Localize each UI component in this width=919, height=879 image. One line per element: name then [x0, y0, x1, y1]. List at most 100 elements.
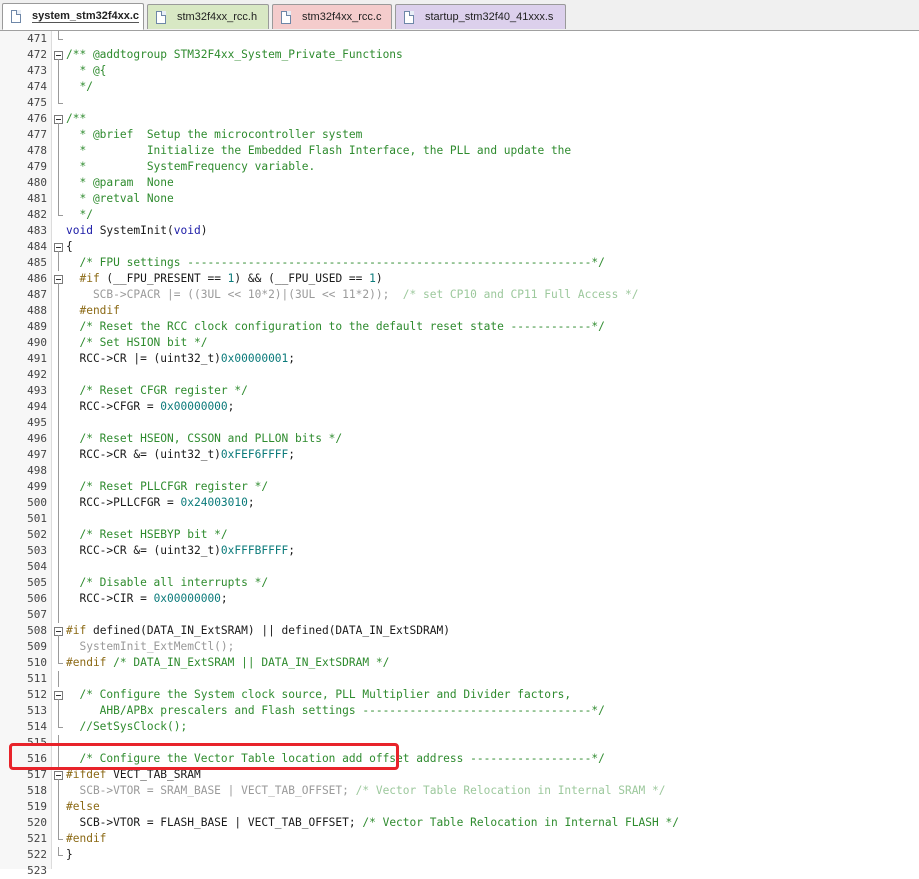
code-token: RCC->PLLCFGR = — [66, 496, 181, 509]
code-line[interactable]: 484 { — [0, 239, 919, 255]
code-line[interactable]: 481 * @retval None — [0, 191, 919, 207]
fold-end-marker — [52, 719, 66, 735]
code-text: SCB->VTOR = FLASH_BASE | VECT_TAB_OFFSET… — [66, 815, 678, 831]
code-token: #if — [66, 624, 93, 637]
line-number: 495 — [27, 416, 47, 429]
code-line[interactable]: 474 */ — [0, 79, 919, 95]
fold-end-marker — [52, 207, 66, 223]
code-line[interactable]: 522} — [0, 847, 919, 863]
line-number: 474 — [27, 80, 47, 93]
code-token: defined(DATA_IN_ExtSRAM) || defined(DATA… — [92, 624, 450, 637]
code-line[interactable]: 511 — [0, 671, 919, 687]
line-number: 483 — [27, 224, 47, 237]
code-line[interactable]: 473 * @{ — [0, 63, 919, 79]
code-line[interactable]: 518 SCB->VTOR = SRAM_BASE | VECT_TAB_OFF… — [0, 783, 919, 799]
fold-guide — [52, 319, 66, 335]
fold-collapse-icon[interactable] — [52, 623, 66, 639]
code-line[interactable]: 504 — [0, 559, 919, 575]
fold-collapse-icon[interactable] — [52, 239, 66, 255]
code-line[interactable]: 480 * @param None — [0, 175, 919, 191]
line-number: 498 — [27, 464, 47, 477]
code-line[interactable]: 501 — [0, 511, 919, 527]
line-number: 492 — [27, 368, 47, 381]
code-line[interactable]: 502 /* Reset HSEBYP bit */ — [0, 527, 919, 543]
code-line[interactable]: 475 — [0, 95, 919, 111]
code-line[interactable]: 489 /* Reset the RCC clock configuration… — [0, 319, 919, 335]
code-line[interactable]: 500 RCC->PLLCFGR = 0x24003010; — [0, 495, 919, 511]
code-editor[interactable]: 471 472 /** @addtogroup STM32F4xx_System_P… — [0, 31, 919, 877]
code-line[interactable]: 519 #else — [0, 799, 919, 815]
code-line[interactable]: 505 /* Disable all interrupts */ — [0, 575, 919, 591]
code-line[interactable]: 521 #endif — [0, 831, 919, 847]
fold-guide — [52, 703, 66, 719]
code-token: RCC->CR &= (uint32_t) — [66, 448, 221, 461]
code-line[interactable]: 482 */ — [0, 207, 919, 223]
fold-collapse-icon[interactable] — [52, 687, 66, 703]
code-line[interactable]: 476 /** — [0, 111, 919, 127]
code-line[interactable]: 471 — [0, 31, 919, 47]
code-text: #endif — [66, 831, 106, 847]
code-line[interactable]: 495 — [0, 415, 919, 431]
tab-startup-stm32f40-41xxx-s[interactable]: startup_stm32f40_41xxx.s — [395, 4, 566, 29]
code-line[interactable]: 491 RCC->CR |= (uint32_t)0x00000001; — [0, 351, 919, 367]
code-line[interactable]: 509 SystemInit_ExtMemCtl(); — [0, 639, 919, 655]
code-line[interactable]: 496 /* Reset HSEON, CSSON and PLLON bits… — [0, 431, 919, 447]
tab-stm32f4xx-rcc-h[interactable]: stm32f4xx_rcc.h — [147, 4, 269, 29]
fold-guide — [52, 783, 66, 799]
line-number: 519 — [27, 800, 47, 813]
fold-collapse-icon[interactable] — [52, 111, 66, 127]
code-line[interactable]: 485 /* FPU settings --------------------… — [0, 255, 919, 271]
code-text: #endif — [66, 303, 119, 319]
code-text: #if (__FPU_PRESENT == 1) && (__FPU_USED … — [66, 271, 382, 287]
code-line[interactable]: 497 RCC->CR &= (uint32_t)0xFEF6FFFF; — [0, 447, 919, 463]
code-line[interactable]: 493 /* Reset CFGR register */ — [0, 383, 919, 399]
h-file-icon — [156, 10, 166, 24]
code-line[interactable]: 503 RCC->CR &= (uint32_t)0xFFFBFFFF; — [0, 543, 919, 559]
code-text: /* Reset the RCC clock configuration to … — [66, 319, 604, 335]
code-line[interactable]: 513 AHB/APBx prescalers and Flash settin… — [0, 703, 919, 719]
code-line[interactable]: 508 #if defined(DATA_IN_ExtSRAM) || defin… — [0, 623, 919, 639]
fold-guide — [52, 815, 66, 831]
code-line[interactable]: 487 SCB->CPACR |= ((3UL << 10*2)|(3UL <<… — [0, 287, 919, 303]
line-number: 484 — [27, 240, 47, 253]
code-line[interactable]: 483 void SystemInit(void) — [0, 223, 919, 239]
code-line[interactable]: 477 * @brief Setup the microcontroller s… — [0, 127, 919, 143]
code-token: RCC->CFGR = — [66, 400, 161, 413]
code-line[interactable]: 498 — [0, 463, 919, 479]
code-line[interactable]: 520 SCB->VTOR = FLASH_BASE | VECT_TAB_OF… — [0, 815, 919, 831]
code-text: RCC->CR |= (uint32_t)0x00000001; — [66, 351, 295, 367]
code-line[interactable]: 492 — [0, 367, 919, 383]
code-text: AHB/APBx prescalers and Flash settings -… — [66, 703, 605, 719]
fold-collapse-icon[interactable] — [52, 271, 66, 287]
fold-guide — [52, 431, 66, 447]
fold-guide — [52, 303, 66, 319]
code-line[interactable]: 490 /* Set HSION bit */ — [0, 335, 919, 351]
code-line[interactable]: 494 RCC->CFGR = 0x00000000; — [0, 399, 919, 415]
code-text: #else — [66, 799, 100, 815]
code-text: RCC->CR &= (uint32_t)0xFEF6FFFF; — [66, 447, 295, 463]
code-line[interactable]: 523 — [0, 863, 919, 879]
code-token: 0x24003010 — [180, 496, 248, 509]
code-line[interactable]: 478 * Initialize the Embedded Flash Inte… — [0, 143, 919, 159]
code-line[interactable]: 479 * SystemFrequency variable. — [0, 159, 919, 175]
code-line[interactable]: 488 #endif — [0, 303, 919, 319]
code-token: */ — [66, 208, 93, 221]
code-line[interactable]: 506 RCC->CIR = 0x00000000; — [0, 591, 919, 607]
code-line[interactable]: 514 //SetSysClock(); — [0, 719, 919, 735]
code-token: /* Reset PLLCFGR register */ — [66, 480, 269, 493]
code-line[interactable]: 510 #endif /* DATA_IN_ExtSRAM || DATA_IN_… — [0, 655, 919, 671]
code-line[interactable]: 499 /* Reset PLLCFGR register */ — [0, 479, 919, 495]
tab-stm32f4xx-rcc-c[interactable]: stm32f4xx_rcc.c — [272, 4, 392, 29]
line-number: 499 — [27, 480, 47, 493]
code-text: */ — [66, 207, 93, 223]
code-line[interactable]: 486 #if (__FPU_PRESENT == 1) && (__FPU_U… — [0, 271, 919, 287]
tab-system-stm32f4xx-c[interactable]: system_stm32f4xx.c — [2, 3, 144, 30]
fold-guide — [52, 335, 66, 351]
fold-collapse-icon[interactable] — [52, 47, 66, 63]
line-number: 473 — [27, 64, 47, 77]
code-line[interactable]: 507 — [0, 607, 919, 623]
line-number: 523 — [27, 864, 47, 877]
code-line[interactable]: 472 /** @addtogroup STM32F4xx_System_Priv… — [0, 47, 919, 63]
code-text: * @retval None — [66, 191, 173, 207]
code-line[interactable]: 512 /* Configure the System clock source… — [0, 687, 919, 703]
